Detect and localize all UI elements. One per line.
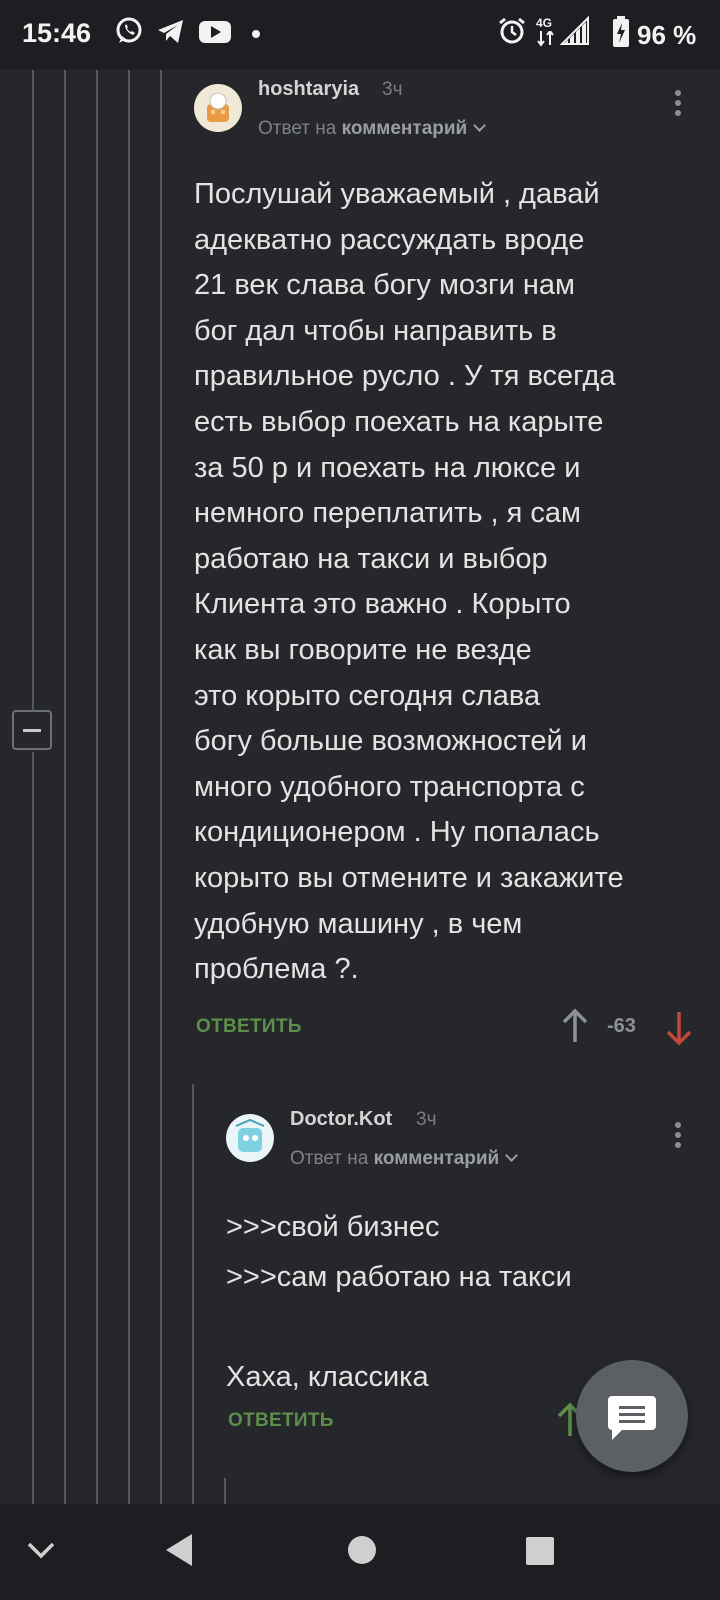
- downvote-arrow-icon[interactable]: [665, 1010, 693, 1046]
- reply-to-link[interactable]: Ответ на комментарий: [290, 1148, 519, 1170]
- alarm-icon: [499, 17, 525, 44]
- reply-to-link[interactable]: Ответ на комментарий: [258, 118, 487, 140]
- comment-rating: -63: [607, 1015, 636, 1037]
- thread-line[interactable]: [192, 1084, 194, 1504]
- upvote-arrow-icon[interactable]: [561, 1008, 589, 1044]
- network-4g-icon: 4G: [536, 16, 556, 48]
- add-comment-fab[interactable]: [576, 1360, 688, 1472]
- reply-target: комментарий: [341, 118, 468, 139]
- more-options-icon[interactable]: [675, 90, 683, 120]
- comment-icon: [608, 1396, 656, 1440]
- reply-button[interactable]: ОТВЕТИТЬ: [196, 1016, 302, 1038]
- thread-line[interactable]: [32, 70, 34, 710]
- collapse-thread-button[interactable]: [12, 710, 52, 750]
- status-time: 15:46: [22, 18, 92, 48]
- more-options-icon[interactable]: [675, 1122, 683, 1152]
- home-icon[interactable]: [346, 1534, 378, 1566]
- whatsapp-icon: [116, 17, 142, 43]
- battery-icon: [613, 16, 629, 47]
- comment-body: Послушай уважаемый , давай адекватно рас…: [194, 178, 624, 986]
- back-icon[interactable]: [164, 1532, 194, 1568]
- thread-line[interactable]: [32, 752, 34, 1504]
- navigation-bar: [0, 1504, 720, 1600]
- thread-line[interactable]: [96, 70, 98, 1504]
- comment-author[interactable]: hoshtaryia: [258, 78, 359, 101]
- thread-line[interactable]: [64, 70, 66, 1504]
- reply-prefix: Ответ на: [290, 1148, 369, 1169]
- recents-icon[interactable]: [525, 1536, 555, 1566]
- comment-author[interactable]: Doctor.Kot: [290, 1108, 392, 1131]
- avatar[interactable]: [194, 84, 242, 132]
- reply-prefix: Ответ на: [258, 118, 337, 139]
- dot-icon: [252, 30, 260, 38]
- reply-button[interactable]: ОТВЕТИТЬ: [228, 1410, 334, 1432]
- comment-time: 3ч: [382, 79, 403, 100]
- youtube-icon: [199, 21, 231, 43]
- reply-target: комментарий: [373, 1148, 500, 1169]
- status-bar: 15:46 4G 96 %: [0, 0, 720, 70]
- telegram-icon: [158, 20, 183, 43]
- battery-percent: 96 %: [637, 20, 697, 50]
- thread-line[interactable]: [224, 1478, 226, 1504]
- chevron-down-icon: [473, 119, 487, 132]
- network-label: 4G: [536, 16, 553, 30]
- chevron-down-icon[interactable]: [26, 1538, 56, 1562]
- chevron-down-icon: [505, 1149, 519, 1162]
- avatar[interactable]: [226, 1114, 274, 1162]
- comment-time: 3ч: [416, 1109, 437, 1130]
- thread-line[interactable]: [160, 70, 162, 1504]
- signal-icon: [560, 16, 589, 45]
- thread-line[interactable]: [128, 70, 130, 1504]
